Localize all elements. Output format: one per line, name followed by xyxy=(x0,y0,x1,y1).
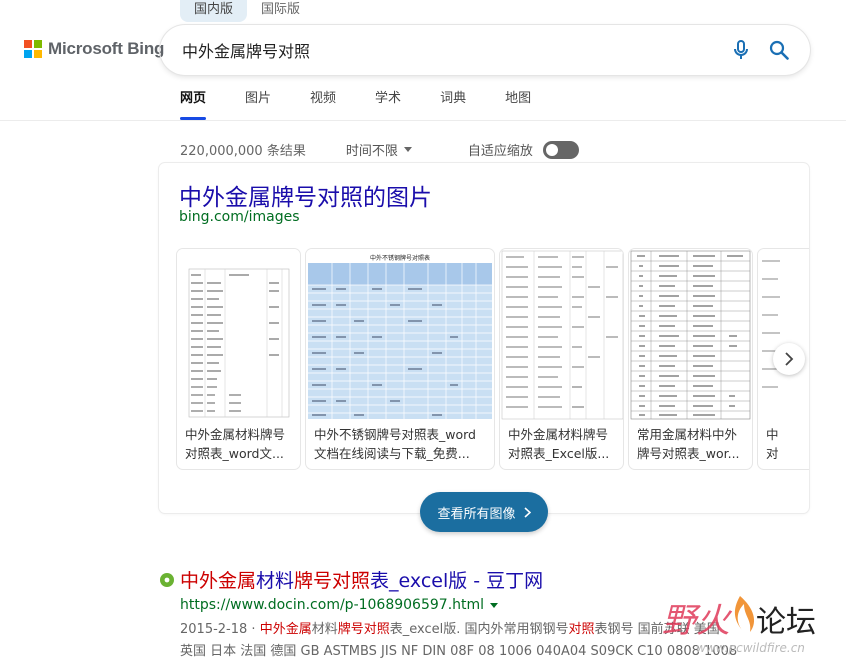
thumb-caption: 常用金属材料中外 牌号对照表_wor... xyxy=(629,420,752,469)
time-filter-dropdown[interactable]: 时间不限 xyxy=(346,140,412,159)
tab-domestic[interactable]: 国内版 xyxy=(180,0,248,22)
result-snippet: 2015-2-18 · 中外金属材料牌号对照表_excel版. 国内外常用钢钢号… xyxy=(180,619,800,663)
scope-web[interactable]: 网页 xyxy=(180,90,207,120)
table-sheet-image xyxy=(188,268,290,418)
search-result: 中外金属材料牌号对照表_excel版 - 豆丁网 https://www.doc… xyxy=(160,566,800,663)
search-button[interactable] xyxy=(766,37,792,63)
image-thumb[interactable]: 中外金属材料牌号 对照表_word文... xyxy=(177,249,300,469)
scope-maps[interactable]: 地图 xyxy=(505,90,531,120)
microphone-button[interactable] xyxy=(728,37,754,63)
image-thumb[interactable]: 常用金属材料中外 牌号对照表_wor... xyxy=(629,249,752,469)
caption-line: 对照表_Excel版... xyxy=(508,446,610,461)
scope-images[interactable]: 图片 xyxy=(245,90,271,120)
thumb-caption: 中 对 xyxy=(758,420,809,469)
image-thumbnails: 中外金属材料牌号 对照表_word文... 中外不锈钢牌号对照表 中外不锈钢牌号… xyxy=(177,249,809,469)
thumb-caption: 中外金属材料牌号 对照表_word文... xyxy=(177,420,300,469)
caption-line: 中外金属材料牌号 xyxy=(185,427,286,442)
thumb-caption: 中外不锈钢牌号对照表_word 文档在线阅读与下载_免费... xyxy=(306,420,494,469)
caption-line: 文档在线阅读与下载_免费... xyxy=(314,446,470,461)
bing-logo[interactable]: Microsoft Bing xyxy=(24,39,164,59)
autoscale-label: 自适应缩放 xyxy=(467,144,533,159)
docin-favicon-icon xyxy=(160,572,174,587)
snippet-text: 表_excel版. 国内外常用钢钢号 xyxy=(389,622,569,637)
title-text: 材料 xyxy=(256,570,295,592)
snippet-line: 2015-2-18 · 中外金属材料牌号对照表_excel版. 国内外常用钢钢号… xyxy=(180,619,800,641)
autoscale-toggle[interactable] xyxy=(542,140,579,159)
table-sheet-image xyxy=(630,250,751,420)
snippet-text: 表钢号 国前苏联 美国 xyxy=(594,622,720,637)
result-count: 220,000,000 条结果 xyxy=(180,144,306,159)
logo-text: Microsoft Bing xyxy=(48,39,165,58)
caption-line: 中 xyxy=(766,427,779,442)
chevron-right-icon xyxy=(523,506,531,518)
image-thumb[interactable]: 中外金属材料牌号 对照表_Excel版... xyxy=(500,249,623,469)
title-highlight: 牌号对照 xyxy=(294,570,371,592)
result-url[interactable]: https://www.docin.com/p-1068906597.html xyxy=(180,597,484,613)
snippet-highlight: 牌号对照 xyxy=(337,622,390,637)
caption-line: 常用金属材料中外 xyxy=(637,427,738,442)
snippet-text: 材料 xyxy=(311,622,338,637)
thumb-image xyxy=(500,249,623,420)
thumb-image: 中外不锈钢牌号对照表 xyxy=(306,249,494,420)
caption-line: 中外不锈钢牌号对照表_word xyxy=(314,427,476,442)
result-url-row: https://www.docin.com/p-1068906597.html xyxy=(180,597,800,613)
caption-line: 中外金属材料牌号 xyxy=(508,427,609,442)
thumb-image xyxy=(758,249,809,420)
bing-results-page: 国内版 国际版 Microsoft Bing 网页 图片 xyxy=(0,0,846,664)
caret-down-icon xyxy=(403,147,412,152)
scope-dictionary[interactable]: 词典 xyxy=(440,90,466,120)
scope-videos[interactable]: 视频 xyxy=(310,90,336,120)
time-filter-label: 时间不限 xyxy=(345,144,398,159)
toggle-knob xyxy=(545,143,558,156)
carousel-next-button[interactable] xyxy=(773,343,805,375)
caret-down-icon[interactable] xyxy=(490,602,499,608)
snippet-highlight: 中外金属 xyxy=(259,622,312,637)
tab-international[interactable]: 国际版 xyxy=(247,0,314,22)
snippet-sep: · xyxy=(247,622,260,637)
thumb-caption: 中外金属材料牌号 对照表_Excel版... xyxy=(500,420,623,469)
search-input[interactable] xyxy=(182,40,716,60)
scope-academic[interactable]: 学术 xyxy=(375,90,401,120)
microsoft-logo-icon xyxy=(24,40,42,58)
caption-line: 牌号对照表_wor... xyxy=(637,446,740,461)
search-box xyxy=(160,25,810,75)
image-answer-title[interactable]: 中外金属牌号对照的图片 xyxy=(179,178,432,212)
nav-divider xyxy=(0,120,846,121)
market-tabs: 国内版 国际版 xyxy=(180,0,314,22)
tools-row: 220,000,000 条结果 时间不限 自适应缩放 xyxy=(180,140,579,159)
image-answer-card: 中外金属牌号对照的图片 bing.com/images 中外金属材料牌号 对照表… xyxy=(159,163,809,513)
title-text: 表_excel版 - 豆丁网 xyxy=(370,570,544,592)
thumb-table-title: 中外不锈钢牌号对照表 xyxy=(370,254,430,262)
caption-line: 对 xyxy=(766,446,779,461)
thumb-image xyxy=(177,249,300,420)
autoscale-control: 自适应缩放 xyxy=(468,140,579,159)
result-title-row: 中外金属材料牌号对照表_excel版 - 豆丁网 xyxy=(160,566,800,593)
caption-line: 对照表_word文... xyxy=(185,446,284,461)
scope-nav: 网页 图片 视频 学术 词典 地图 xyxy=(180,90,570,120)
blue-table-image: 中外不锈钢牌号对照表 xyxy=(308,251,492,419)
search-icon xyxy=(769,40,789,60)
table-sheet-image xyxy=(760,251,809,419)
chevron-right-icon xyxy=(785,352,794,366)
snippet-line: 英国 日本 法国 德国 GB ASTMBS JIS NF DIN 08F 08 … xyxy=(180,644,738,659)
snippet-highlight: 对照 xyxy=(568,622,595,637)
see-all-label: 查看所有图像 xyxy=(437,506,516,522)
microphone-icon xyxy=(734,40,748,59)
image-answer-url[interactable]: bing.com/images xyxy=(179,209,300,225)
table-sheet-image xyxy=(501,250,623,420)
image-thumb[interactable]: 中外不锈钢牌号对照表 中外不锈钢牌号对照表_word 文档在线阅读与下载_免费.… xyxy=(306,249,494,469)
see-all-images-button[interactable]: 查看所有图像 xyxy=(420,492,548,532)
thumb-image xyxy=(629,249,752,420)
result-title-link[interactable]: 中外金属材料牌号对照表_excel版 - 豆丁网 xyxy=(180,566,543,593)
title-highlight: 中外金属 xyxy=(180,570,257,592)
result-date: 2015-2-18 xyxy=(180,622,248,637)
